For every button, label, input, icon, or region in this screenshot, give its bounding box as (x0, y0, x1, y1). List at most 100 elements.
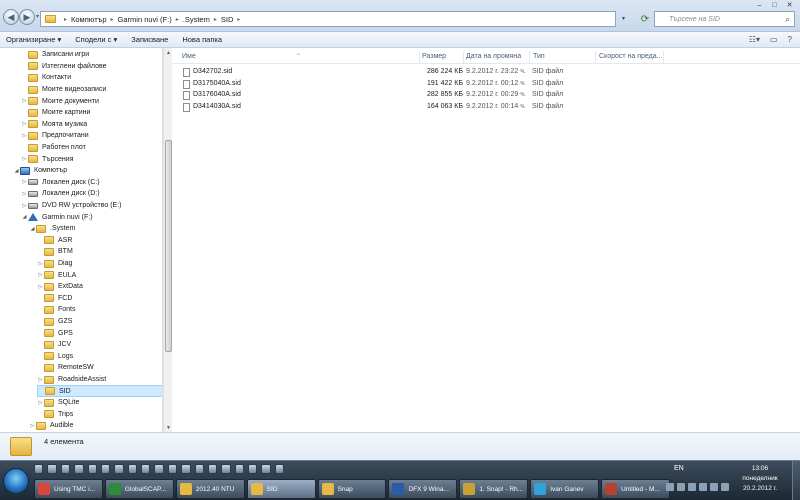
back-button[interactable]: ◀ (3, 9, 19, 25)
tree-item[interactable]: ▷ SQLite (37, 397, 79, 409)
tree-item[interactable]: ▷ Моите документи (21, 95, 99, 107)
tree-item[interactable]: Моите видеозаписи (21, 84, 106, 96)
forward-button[interactable]: ▶ (19, 9, 35, 25)
breadcrumb-item[interactable]: Компютър (71, 15, 107, 24)
tree-item[interactable]: ▷ Локален диск (C:) (21, 177, 100, 189)
quick-launch-icon[interactable] (194, 464, 204, 474)
quick-launch-icon[interactable] (60, 464, 71, 474)
tray-icon[interactable] (721, 483, 729, 491)
tree-item[interactable]: ▷ RoadsideAssist (37, 374, 106, 386)
quick-launch-icon[interactable] (100, 464, 111, 474)
expand-arrow-icon[interactable]: ▷ (21, 121, 28, 127)
tree-item[interactable]: ◢ .System (29, 223, 75, 235)
taskbar-button[interactable]: 2012.40 NTU (175, 479, 245, 499)
tree-item[interactable]: Logs (37, 351, 73, 363)
language-indicator[interactable]: EN (674, 465, 684, 472)
file-row[interactable]: D3175040A.sid 191 422 КБ 9.2.2012 г. 00:12… (173, 79, 800, 90)
chevron-right-icon[interactable]: ▸ (237, 16, 240, 23)
expand-arrow-icon[interactable]: ▷ (29, 423, 36, 429)
tree-item[interactable]: ▷ EULA (37, 269, 76, 281)
taskbar-button[interactable]: Using TMC i... (34, 479, 103, 499)
tree-item[interactable]: SID (37, 385, 162, 397)
quick-launch-icon[interactable] (234, 464, 244, 474)
tree-item[interactable]: ▷ Търсения (21, 153, 74, 165)
new-folder-button[interactable]: Нова папка (182, 35, 222, 44)
tree-item[interactable]: GZS (37, 316, 72, 328)
expand-arrow-icon[interactable]: ▷ (21, 179, 28, 185)
expand-arrow-icon[interactable]: ▷ (37, 377, 44, 383)
column-header-size[interactable]: Размер (422, 53, 446, 60)
clock[interactable]: 13:06 понеделник 20.2.2012 г. (734, 464, 786, 494)
search-icon[interactable]: ⌕ (785, 14, 790, 25)
expand-arrow-icon[interactable]: ▷ (37, 272, 44, 278)
tree-item[interactable]: ◢ Garmin nuvi (F:) (21, 211, 93, 223)
column-divider[interactable] (595, 51, 596, 63)
scroll-down-arrow-icon[interactable]: ▼ (164, 423, 173, 432)
quick-launch-icon[interactable] (47, 464, 57, 474)
quick-launch-icon[interactable] (127, 464, 137, 474)
refresh-button[interactable]: ⟳ (638, 11, 652, 27)
tree-item[interactable]: Trips (37, 409, 73, 421)
quick-launch-icon[interactable] (87, 464, 97, 474)
column-divider[interactable] (529, 51, 530, 63)
tree-item[interactable]: ASR (37, 235, 72, 247)
tree-item[interactable]: Записани игри (21, 49, 89, 61)
breadcrumb-item[interactable]: Garmin nuvi (F:) (118, 15, 172, 24)
chevron-right-icon[interactable]: ▸ (214, 16, 217, 23)
expand-arrow-icon[interactable]: ▷ (21, 133, 28, 139)
show-desktop-button[interactable] (792, 461, 800, 500)
expand-arrow-icon[interactable]: ▷ (37, 261, 44, 267)
file-row[interactable]: D342702.sid 286 224 КБ 9.2.2012 г. 23:22 ч… (173, 67, 800, 78)
address-history-dropdown[interactable]: ▾ (622, 15, 625, 22)
tree-item[interactable]: Моите картини (21, 107, 90, 119)
organize-button[interactable]: Организиране ▾ (6, 35, 61, 44)
taskbar-button[interactable]: Snap (317, 479, 387, 499)
tree-item[interactable]: JCV (37, 339, 71, 351)
taskbar-button[interactable]: SID (246, 479, 316, 499)
column-header-date[interactable]: Дата на промяна (466, 53, 521, 60)
tree-item[interactable]: ◢ Компютър (13, 165, 67, 177)
quick-launch-icon[interactable] (74, 464, 84, 474)
tree-item[interactable]: BTM (37, 246, 73, 258)
tray-icon[interactable] (688, 483, 696, 491)
expand-arrow-icon[interactable]: ▷ (21, 203, 28, 209)
tree-item[interactable]: ▷ Diag (37, 258, 72, 270)
recent-pages-dropdown[interactable]: ▾ (36, 13, 39, 20)
expand-arrow-icon[interactable]: ▷ (21, 191, 28, 197)
tree-item[interactable]: ▷ Audible (29, 420, 73, 432)
taskbar-button[interactable]: 1. Snap! - Rh... (459, 479, 529, 499)
search-input[interactable]: Търсене на SID ⌕ (654, 11, 795, 27)
quick-launch-icon[interactable] (167, 464, 178, 474)
collapse-arrow-icon[interactable]: ◢ (13, 168, 20, 174)
tray-icon[interactable] (666, 483, 674, 491)
help-icon[interactable]: ? (788, 35, 792, 44)
tray-icon[interactable] (677, 483, 685, 491)
tree-item[interactable]: ▷ DVD RW устройство (E:) (21, 200, 122, 212)
taskbar-button[interactable]: DFX 9 Wina... (388, 479, 458, 499)
breadcrumb-item[interactable]: .System (183, 15, 210, 24)
minimize-button[interactable]: ‒ (752, 0, 767, 10)
expand-arrow-icon[interactable]: ▷ (21, 156, 28, 162)
expand-arrow-icon[interactable]: ▷ (37, 284, 44, 290)
tree-item[interactable]: ▷ ExtData (37, 281, 83, 293)
tray-icon[interactable] (699, 483, 707, 491)
tree-item[interactable]: ▷ Предпочитани (21, 130, 89, 142)
preview-pane-icon[interactable]: ▭ (770, 35, 778, 44)
maximize-button[interactable]: □ (767, 0, 782, 10)
start-button[interactable] (3, 468, 29, 494)
tree-item[interactable]: RemoteSW (37, 362, 94, 374)
chevron-right-icon[interactable]: ▸ (176, 16, 179, 23)
collapse-arrow-icon[interactable]: ◢ (21, 214, 28, 220)
quick-launch-icon[interactable] (141, 464, 151, 474)
close-button[interactable]: ✕ (782, 0, 797, 10)
taskbar-button[interactable]: Ivan Ganev (530, 479, 600, 499)
expand-arrow-icon[interactable]: ▷ (21, 98, 28, 104)
file-row[interactable]: D3176040A.sid 282 855 КБ 9.2.2012 г. 00:29… (173, 90, 800, 101)
column-header-type[interactable]: Тип (533, 53, 545, 60)
column-divider[interactable] (419, 51, 420, 63)
tree-item[interactable]: Fonts (37, 304, 76, 316)
tray-icon[interactable] (710, 483, 718, 491)
quick-launch-icon[interactable] (181, 464, 191, 474)
quick-launch-icon[interactable] (274, 464, 285, 474)
column-header-name[interactable]: Име (182, 53, 196, 60)
